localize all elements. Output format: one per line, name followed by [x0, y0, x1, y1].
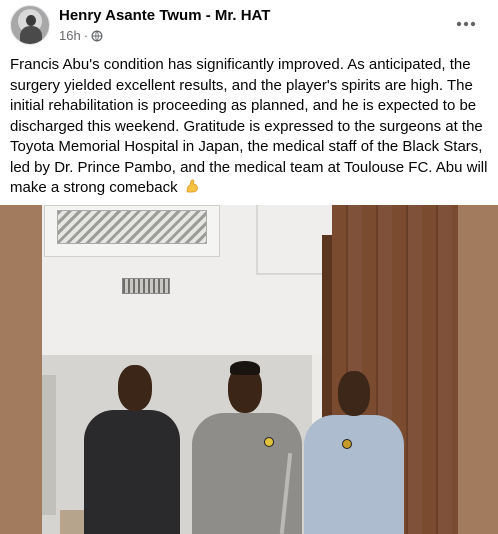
- meta-separator: ·: [83, 28, 89, 43]
- author-avatar[interactable]: [10, 5, 50, 45]
- facebook-post: Henry Asante Twum - Mr. HAT 16h · Franci…: [0, 0, 498, 534]
- author-name[interactable]: Henry Asante Twum - Mr. HAT: [59, 7, 270, 24]
- more-options-button[interactable]: [450, 10, 482, 38]
- post-meta: 16h ·: [59, 28, 103, 43]
- more-horizontal-icon: [456, 21, 476, 27]
- post-text: Francis Abu's condition has significantl…: [10, 55, 490, 199]
- globe-icon[interactable]: [91, 30, 103, 42]
- post-header: Henry Asante Twum - Mr. HAT 16h ·: [0, 0, 498, 50]
- post-time[interactable]: 16h: [59, 28, 81, 43]
- post-body: Francis Abu's condition has significantl…: [10, 56, 488, 196]
- flexed-biceps-emoji: [186, 179, 198, 193]
- post-photo[interactable]: [0, 205, 498, 534]
- photo-scene: [42, 205, 458, 534]
